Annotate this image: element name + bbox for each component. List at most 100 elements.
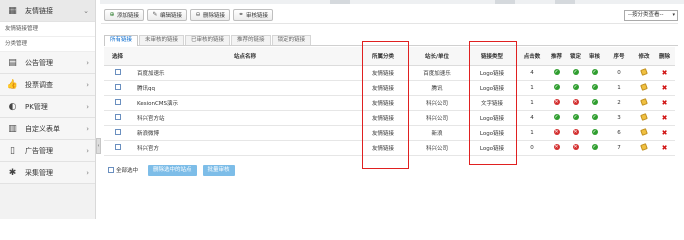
cross-icon[interactable]: ✕ xyxy=(553,129,560,136)
site-name[interactable]: 新浪微博 xyxy=(131,125,359,141)
pencil-icon[interactable] xyxy=(640,143,648,152)
top-tab-strip xyxy=(100,0,684,4)
sidebar-group-label: 自定义表单 xyxy=(25,124,60,133)
check-icon[interactable]: ✓ xyxy=(553,69,560,76)
category-cell: 友情链接 xyxy=(359,125,407,141)
tab-edge xyxy=(555,0,575,4)
sidebar-group-links[interactable]: ▦ 友情链接 ⌄ xyxy=(0,0,95,22)
tab-unaudited-links[interactable]: 未审核的链接 xyxy=(139,35,185,45)
batch-audit-button[interactable]: 批量审核 xyxy=(202,164,235,176)
cross-icon[interactable]: ✕ xyxy=(553,144,560,151)
pencil-icon[interactable] xyxy=(640,83,648,92)
sidebar-item-link-manage[interactable]: 友情链接管理 xyxy=(0,22,95,37)
delete-cell: ✖ xyxy=(654,110,675,126)
sidebar-group-ads[interactable]: ▯ 广告管理 › xyxy=(0,140,95,162)
sidebar-group-collect[interactable]: ✱ 采集管理 › xyxy=(0,162,95,184)
check-icon[interactable]: ✓ xyxy=(553,114,560,121)
row-checkbox[interactable] xyxy=(114,84,121,91)
lock-cell: ✕ xyxy=(566,95,585,111)
sidebar-group-label: 广告管理 xyxy=(25,146,53,155)
delete-x-icon[interactable]: ✖ xyxy=(662,99,668,107)
tab-all-links[interactable]: 所有链接 xyxy=(104,35,139,46)
delete-x-icon[interactable]: ✖ xyxy=(662,129,668,137)
audit-cell: ✓ xyxy=(585,110,604,126)
check-icon[interactable]: ✓ xyxy=(591,114,598,121)
row-checkbox[interactable] xyxy=(114,114,121,121)
cross-icon[interactable]: ✕ xyxy=(553,99,560,106)
pencil-icon[interactable] xyxy=(640,68,648,77)
sidebar-group-label: PK管理 xyxy=(25,102,48,111)
sidebar-collapse-handle[interactable]: ‹ xyxy=(96,138,101,154)
columns-icon: ▯ xyxy=(10,145,15,156)
audit-link-button[interactable]: ⚭ 审核链接 xyxy=(233,8,274,21)
sidebar-group-vote[interactable]: 👍 投票调查 › xyxy=(0,74,95,96)
delete-cell: ✖ xyxy=(654,125,675,141)
delete-x-icon[interactable]: ✖ xyxy=(662,69,668,77)
sidebar-group-pk[interactable]: ◐ PK管理 › xyxy=(0,96,95,118)
table-body: 百度加速乐 友情链接 百度加速乐 Logo链接 4 ✓ ✓ ✓ 0 ✖ 腾讯qq 友情链接 腾讯 Logo… xyxy=(104,65,675,156)
check-icon[interactable]: ✓ xyxy=(591,84,598,91)
cross-icon[interactable]: ✕ xyxy=(572,129,579,136)
edit-link-button[interactable]: ✎ 编辑链接 xyxy=(147,8,188,21)
check-icon[interactable]: ✓ xyxy=(591,129,598,136)
check-icon[interactable]: ✓ xyxy=(572,69,579,76)
pencil-icon[interactable] xyxy=(640,128,648,137)
link-type-cell: 文字链接 xyxy=(467,95,517,111)
col-header-delete: 删除 xyxy=(654,47,675,66)
recommend-cell: ✓ xyxy=(547,110,566,126)
lock-cell: ✕ xyxy=(566,125,585,141)
select-all-checkbox[interactable]: 全部选中 xyxy=(108,166,138,174)
delete-x-icon[interactable]: ✖ xyxy=(662,144,668,152)
row-select-cell xyxy=(104,125,131,141)
delete-x-icon[interactable]: ✖ xyxy=(662,84,668,92)
edit-cell xyxy=(634,125,654,141)
row-checkbox[interactable] xyxy=(114,99,121,106)
chevron-right-icon: › xyxy=(86,102,89,111)
row-checkbox[interactable] xyxy=(114,69,121,76)
row-select-cell xyxy=(104,140,131,156)
checkbox[interactable] xyxy=(108,167,114,173)
pencil-icon[interactable] xyxy=(640,113,648,122)
link-type-cell: Logo链接 xyxy=(467,65,517,81)
site-name[interactable]: 腾讯qq xyxy=(131,80,359,96)
add-link-button[interactable]: ⊕ 添加链接 xyxy=(104,8,145,21)
col-header-lock: 锁定 xyxy=(566,47,585,66)
tab-locked-links[interactable]: 锁定的链接 xyxy=(271,35,312,45)
row-checkbox[interactable] xyxy=(114,129,121,136)
tab-recommended-links[interactable]: 推荐的链接 xyxy=(231,35,271,45)
audit-cell: ✓ xyxy=(585,95,604,111)
site-name[interactable]: 百度加速乐 xyxy=(131,65,359,81)
site-name[interactable]: KesionCMS演示 xyxy=(131,95,359,111)
pencil-icon[interactable] xyxy=(640,98,648,107)
clicks-cell: 0 xyxy=(517,140,547,156)
delete-selected-button[interactable]: 删除选中的站点 xyxy=(148,164,197,176)
check-icon[interactable]: ✓ xyxy=(591,69,598,76)
check-icon[interactable]: ✓ xyxy=(591,144,598,151)
delete-link-button[interactable]: ⊖ 删除链接 xyxy=(190,8,231,21)
cog-star-icon: ✱ xyxy=(8,167,17,178)
site-name[interactable]: 科兴官方 xyxy=(131,140,359,156)
recommend-cell: ✕ xyxy=(547,140,566,156)
order-cell: 6 xyxy=(604,125,634,141)
sidebar-group-notice[interactable]: ▤ 公告管理 › xyxy=(0,52,95,74)
sidebar-item-category-manage[interactable]: 分类管理 xyxy=(0,37,95,52)
delete-x-icon[interactable]: ✖ xyxy=(662,114,668,122)
link-type-cell: Logo链接 xyxy=(467,80,517,96)
cross-icon[interactable]: ✕ xyxy=(572,99,579,106)
clicks-cell: 4 xyxy=(517,65,547,81)
row-select-cell xyxy=(104,110,131,126)
filter-tabs: 所有链接 未审核的链接 已审核的链接 推荐的链接 锁定的链接 xyxy=(104,35,678,46)
check-icon[interactable]: ✓ xyxy=(572,114,579,121)
col-header-order: 序号 xyxy=(604,47,634,66)
check-icon[interactable]: ✓ xyxy=(572,84,579,91)
owner-cell: 新浪 xyxy=(407,125,467,141)
sidebar-group-form[interactable]: ▥ 自定义表单 › xyxy=(0,118,95,140)
tab-audited-links[interactable]: 已审核的链接 xyxy=(185,35,231,45)
site-name[interactable]: 科兴官方站 xyxy=(131,110,359,126)
check-icon[interactable]: ✓ xyxy=(591,99,598,106)
row-checkbox[interactable] xyxy=(114,144,121,151)
cross-icon[interactable]: ✕ xyxy=(572,144,579,151)
check-icon[interactable]: ✓ xyxy=(553,84,560,91)
owner-cell: 科兴公司 xyxy=(407,95,467,111)
category-select[interactable]: --按分类查看-- ▾ xyxy=(624,10,678,21)
